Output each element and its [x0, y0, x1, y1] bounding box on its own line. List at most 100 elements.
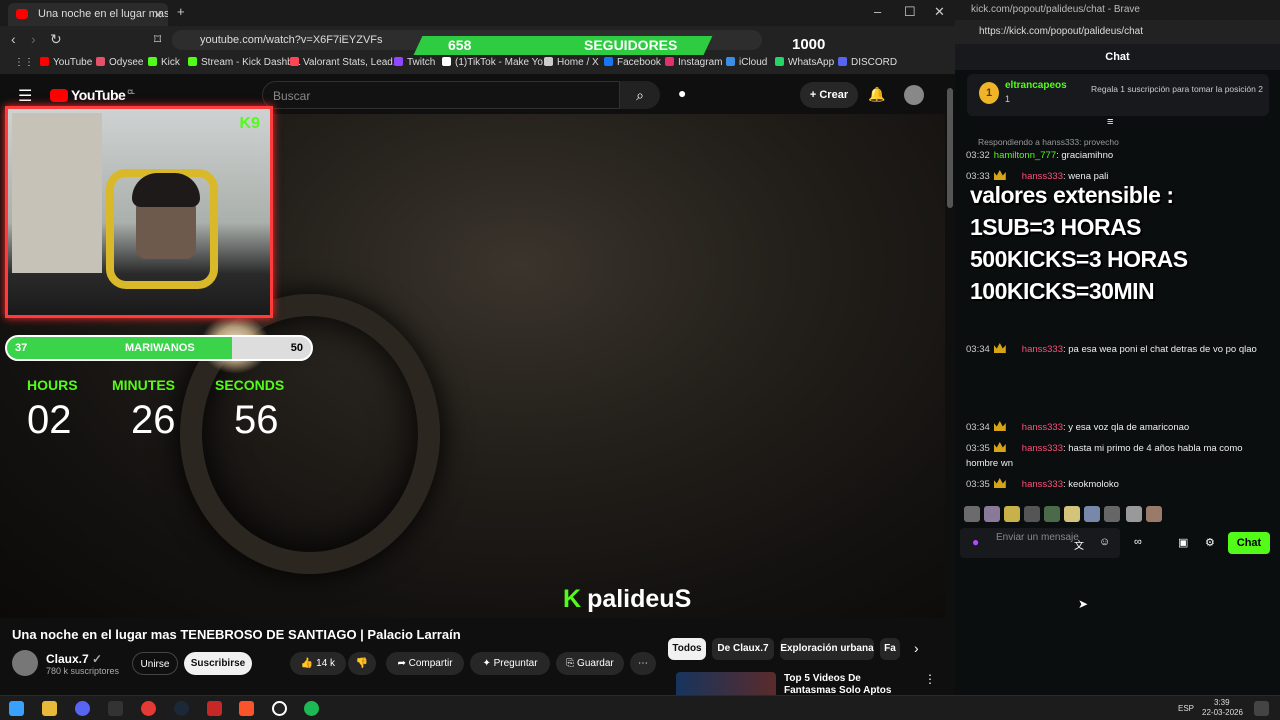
emote-icon[interactable]: [964, 506, 980, 522]
notifications-icon[interactable]: [1254, 701, 1269, 716]
timer-seconds: 56: [234, 398, 279, 442]
dislike-button[interactable]: 👎: [348, 652, 376, 675]
bookmark-kick-dashboard[interactable]: Stream - Kick Dashb...: [188, 57, 301, 68]
url-text: youtube.com/watch?v=X6F7iEYZVFs: [200, 34, 383, 46]
emote-icon[interactable]: [1084, 506, 1100, 522]
obs-icon[interactable]: [272, 701, 287, 716]
webcam-hair: [132, 173, 200, 207]
reload-icon[interactable]: ↻: [50, 31, 62, 48]
clock-time[interactable]: 3:39: [1214, 698, 1230, 707]
kicks-icon[interactable]: ∞: [1134, 536, 1142, 548]
chip-partial[interactable]: Fa: [880, 638, 900, 660]
youtube-logo[interactable]: YouTube CL: [50, 87, 135, 103]
like-icon: 👍: [300, 658, 314, 669]
join-button[interactable]: Unirse: [132, 652, 178, 675]
create-button[interactable]: + Crear: [800, 82, 858, 108]
translate-icon[interactable]: 文: [1074, 537, 1084, 552]
gear-icon[interactable]: ⚙: [1205, 536, 1215, 549]
chat-message: 03:32 hamiltonn_777: graciamihno: [966, 150, 1114, 161]
app-icon[interactable]: [207, 701, 222, 716]
steam-icon[interactable]: [174, 701, 189, 716]
channel-name[interactable]: Claux.7 ✓: [46, 652, 102, 666]
crown-icon: [993, 343, 1006, 353]
page-scrollbar[interactable]: [947, 88, 953, 208]
bookmark-odysee[interactable]: Odysee: [96, 57, 143, 68]
tab-youtube[interactable]: Una noche en el lugar mas TE ×: [8, 3, 168, 26]
bookmark-tiktok[interactable]: (1)TikTok - Make Yo...: [442, 57, 551, 68]
chat-message-input[interactable]: ● Enviar un mensaje: [960, 528, 1120, 558]
mic-icon[interactable]: ●: [678, 85, 692, 105]
pinned-rank: 1: [1005, 94, 1011, 104]
chip-channel[interactable]: De Claux.7: [712, 638, 774, 660]
search-input[interactable]: Buscar: [262, 81, 620, 109]
bookmark-icloud[interactable]: iCloud: [726, 57, 767, 68]
share-button[interactable]: ➦ Compartir: [386, 652, 464, 675]
emote-icon[interactable]: [1024, 506, 1040, 522]
tab-bar: Una noche en el lugar mas TE × + – ☐ ✕: [0, 0, 955, 26]
subscribe-button[interactable]: Suscribirse: [184, 652, 252, 675]
app-icon[interactable]: [141, 701, 156, 716]
ask-button[interactable]: ✦ Preguntar: [470, 652, 550, 675]
bookmark-kick[interactable]: Kick: [148, 57, 180, 68]
crown-icon: [993, 170, 1006, 180]
chip-all[interactable]: Todos: [668, 638, 706, 660]
progress-label: MARIWANOS: [125, 342, 195, 354]
back-icon[interactable]: ‹: [11, 31, 16, 47]
brave-icon[interactable]: [239, 701, 254, 716]
emoji-icon[interactable]: ☺: [1099, 536, 1110, 548]
progress-min: 37: [15, 342, 28, 354]
bookmark-x[interactable]: Home / X: [544, 57, 599, 68]
windows-start-icon[interactable]: [9, 701, 24, 716]
like-button[interactable]: 👍 14 k: [290, 652, 346, 675]
store-icon[interactable]: ▣: [1178, 536, 1188, 549]
maximize-icon[interactable]: ☐: [904, 4, 916, 20]
menu-icon[interactable]: ☰: [18, 86, 32, 106]
language-indicator[interactable]: ESP: [1178, 704, 1194, 713]
mic-icon[interactable]: ●: [972, 536, 979, 548]
forward-icon[interactable]: ›: [31, 31, 36, 47]
bookmark-youtube[interactable]: YouTube: [40, 57, 92, 68]
channel-avatar[interactable]: [12, 650, 38, 676]
epic-games-icon[interactable]: [108, 701, 123, 716]
save-icon: ⎘: [566, 658, 575, 669]
close-tab-icon[interactable]: ×: [154, 3, 162, 26]
bookmark-valorant[interactable]: Valorant Stats, Lead...: [290, 57, 401, 68]
emote-icon[interactable]: [1146, 506, 1162, 522]
emote-icon[interactable]: [984, 506, 1000, 522]
chevron-right-icon[interactable]: ›: [914, 640, 919, 656]
apps-icon[interactable]: ⋮⋮: [14, 57, 34, 68]
avatar[interactable]: [904, 85, 924, 105]
bell-icon[interactable]: 🔔: [868, 86, 885, 103]
bookmark-whatsapp[interactable]: WhatsApp: [775, 57, 834, 68]
file-explorer-icon[interactable]: [42, 701, 57, 716]
search-button[interactable]: ⌕: [620, 81, 660, 109]
pinned-user[interactable]: eltrancapeos: [1005, 80, 1067, 91]
bookmark-instagram[interactable]: Instagram: [665, 57, 722, 68]
send-chat-button[interactable]: Chat: [1228, 532, 1270, 554]
bookmark-icon[interactable]: ⌑: [154, 31, 161, 48]
collapse-icon[interactable]: ≡: [1107, 116, 1113, 128]
close-window-icon[interactable]: ✕: [934, 4, 945, 20]
rec-more-icon[interactable]: ⋮: [924, 672, 936, 686]
emote-icon[interactable]: [1064, 506, 1080, 522]
recommended-thumbnail[interactable]: [676, 672, 776, 696]
chat-url-field[interactable]: https://kick.com/popout/palideus/chat: [955, 20, 1280, 44]
youtube-browser-window: Una noche en el lugar mas TE × + – ☐ ✕ ‹…: [0, 0, 955, 708]
bookmark-discord[interactable]: DISCORD: [838, 57, 897, 68]
discord-icon[interactable]: [75, 701, 90, 716]
more-button[interactable]: ⋯: [630, 652, 656, 675]
emote-icon[interactable]: [1104, 506, 1120, 522]
chat-message: 03:34 hanss333: pa esa wea poni el chat d…: [966, 343, 1257, 355]
emote-icon[interactable]: [1126, 506, 1142, 522]
spotify-icon[interactable]: [304, 701, 319, 716]
crown-icon: [993, 442, 1006, 452]
bookmark-facebook[interactable]: Facebook: [604, 57, 661, 68]
emote-icon[interactable]: [1004, 506, 1020, 522]
save-button[interactable]: ⎘ Guardar: [556, 652, 624, 675]
new-tab-icon[interactable]: +: [177, 4, 185, 19]
chip-urban-exploration[interactable]: Exploración urbana: [780, 638, 874, 660]
emote-icon[interactable]: [1044, 506, 1060, 522]
bookmark-twitch[interactable]: Twitch: [394, 57, 435, 68]
minimize-icon[interactable]: –: [874, 4, 881, 19]
clock-date[interactable]: 22-03-2026: [1202, 708, 1243, 717]
